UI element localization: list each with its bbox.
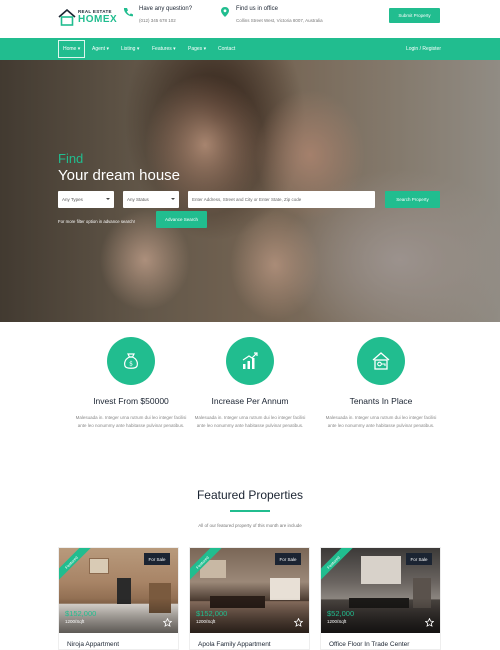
nav-item-label: Listing — [121, 46, 136, 52]
cabinet-shape — [270, 578, 300, 600]
search-property-button[interactable]: Search Property — [385, 191, 440, 208]
address-search-input[interactable]: Enter Address, Street and City or Enter … — [188, 191, 375, 208]
for-sale-badge: For Sale — [144, 553, 170, 565]
nav-item-features[interactable]: Features ▾ — [148, 40, 180, 58]
property-area: 1200/Sqft — [196, 619, 216, 624]
nav-item-listing[interactable]: Listing ▾ — [117, 40, 143, 58]
chevron-down-icon — [106, 198, 110, 200]
phone-icon — [123, 8, 133, 17]
feature-description: Malesuada in. Integer urna rutrum dui le… — [194, 415, 306, 428]
nav-item-agent[interactable]: Agent ▾ — [88, 40, 113, 58]
star-icon[interactable] — [163, 618, 172, 627]
property-price: $52,000 — [327, 609, 355, 618]
status-select-value: Any Status — [127, 197, 149, 202]
contact-office-address: Collins Street West, Victoria 8007, Aust… — [236, 18, 323, 23]
feature-title: Tenants In Place — [349, 396, 413, 406]
property-name[interactable]: Apola Family Appartment — [198, 641, 271, 648]
hero-find-label: Find — [58, 151, 84, 166]
hero-title: Your dream house — [58, 167, 181, 184]
for-sale-badge: For Sale — [406, 553, 432, 565]
advance-filter-hint: For more filter option in advance search… — [58, 219, 135, 224]
type-select-value: Any Types — [62, 197, 83, 202]
section-divider — [230, 510, 270, 512]
nav-item-home[interactable]: Home ▾ — [58, 40, 86, 58]
star-icon[interactable] — [425, 618, 434, 627]
growth-chart-icon — [242, 352, 258, 369]
nav-item-label: Contact — [218, 46, 236, 52]
property-card[interactable]: Featured For Sale $152,000 1200/Sqft Nir… — [58, 547, 179, 650]
status-select[interactable]: Any Status — [123, 191, 179, 208]
wall-frame-shape — [89, 558, 109, 574]
nav-item-contact[interactable]: Contact — [214, 40, 239, 58]
feature-increase: Increase Per Annum Malesuada in. Integer… — [190, 337, 310, 429]
house-key-icon — [372, 352, 390, 370]
svg-text:$: $ — [129, 361, 133, 368]
feature-icon-circle — [357, 337, 405, 385]
property-card[interactable]: Featured For Sale $152,000 1200/Sqft Apo… — [189, 547, 310, 650]
contact-phone-title: Have any question? — [139, 6, 193, 12]
for-sale-badge: For Sale — [275, 553, 301, 565]
feature-icon-circle: $ — [107, 337, 155, 385]
property-card[interactable]: Featured For Sale $52,000 1200/Sqft Offi… — [320, 547, 441, 650]
feature-title: Increase Per Annum — [211, 396, 289, 406]
contact-office-title: Find us in office — [236, 6, 278, 12]
feature-tenants: Tenants In Place Malesuada in. Integer u… — [321, 337, 441, 429]
house-logo-icon — [58, 9, 76, 26]
nav-item-pages[interactable]: Pages ▾ — [184, 40, 210, 58]
window-shape — [361, 556, 401, 584]
property-name[interactable]: Niroja Appartment — [67, 641, 119, 648]
feature-invest: $ Invest From $50000 Malesuada in. Integ… — [71, 337, 191, 429]
top-header: REAL ESTATE HOMEX Have any question? (01… — [0, 0, 500, 38]
login-register-link[interactable]: Login / Register — [406, 40, 441, 58]
site-logo[interactable]: REAL ESTATE HOMEX — [58, 8, 118, 28]
nav-item-label: Features — [152, 46, 172, 52]
logo-name: HOMEX — [78, 14, 118, 25]
section-subtitle: All of our featured property of this mon… — [198, 523, 302, 528]
location-pin-icon — [221, 7, 229, 17]
feature-icon-circle — [226, 337, 274, 385]
property-name[interactable]: Office Floor In Trade Center — [329, 641, 409, 648]
advance-search-button[interactable]: Advance Search — [156, 211, 207, 228]
hero-banner: Find Your dream house Any Types Any Stat… — [0, 60, 500, 322]
nav-item-label: Pages — [188, 46, 203, 52]
contact-phone-number[interactable]: (012) 345 678 102 — [139, 18, 176, 23]
nav-item-label: Agent — [92, 46, 106, 52]
property-price: $152,000 — [196, 609, 228, 618]
star-icon[interactable] — [294, 618, 303, 627]
feature-description: Malesuada in. Integer urna rutrum dui le… — [75, 415, 187, 428]
property-area: 1200/Sqft — [65, 619, 85, 624]
property-price: $152,000 — [65, 609, 97, 618]
money-bag-icon: $ — [124, 353, 138, 369]
feature-title: Invest From $50000 — [93, 396, 169, 406]
property-area: 1200/Sqft — [327, 619, 347, 624]
main-nav: Home ▾ Agent ▾ Listing ▾ Features ▾ Page… — [0, 38, 500, 60]
nav-item-label: Home — [63, 46, 77, 52]
chevron-down-icon — [171, 198, 175, 200]
section-title: Featured Properties — [196, 488, 304, 502]
submit-property-button[interactable]: Submit Property — [389, 8, 440, 23]
type-select[interactable]: Any Types — [58, 191, 114, 208]
feature-description: Malesuada in. Integer urna rutrum dui le… — [325, 415, 437, 428]
